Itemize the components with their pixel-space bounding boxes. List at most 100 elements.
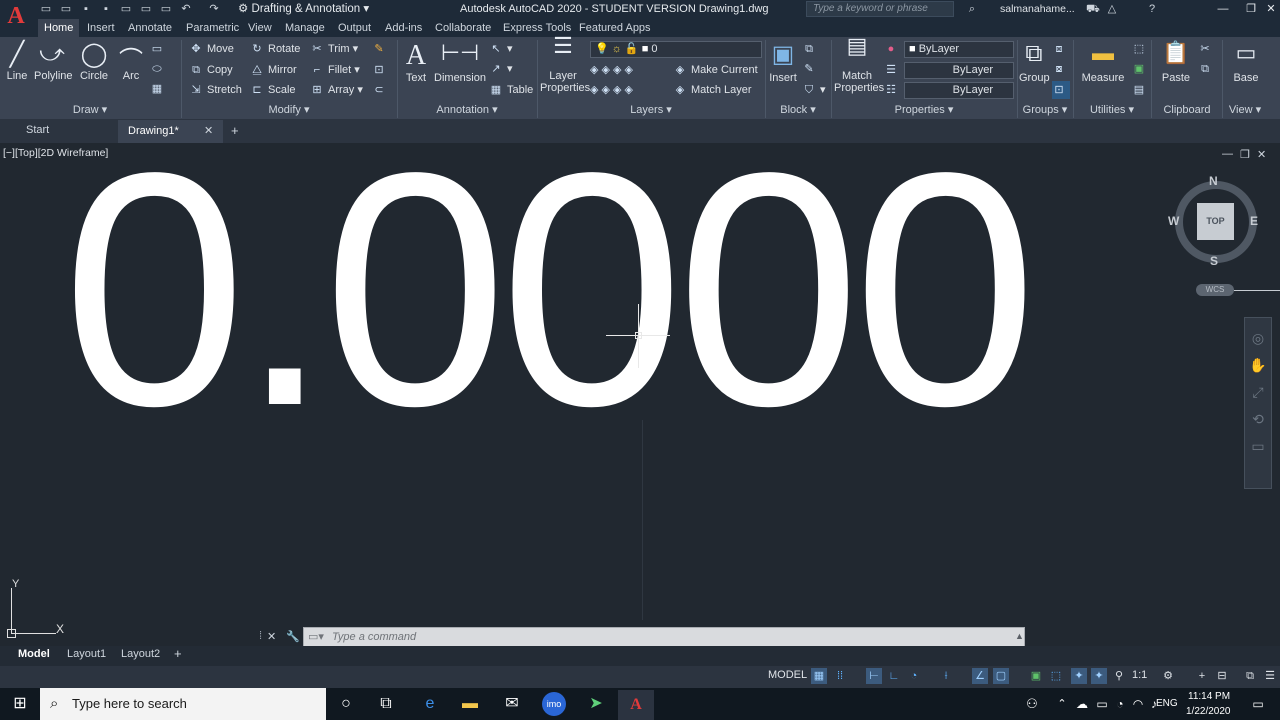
layer-properties-button[interactable]: ☰ Layer Properties [540, 35, 590, 95]
orbit-icon[interactable]: ⟲ [1245, 411, 1271, 428]
offset-button[interactable]: ⊂ [372, 81, 390, 99]
hatch-button[interactable]: ▦ [150, 80, 168, 98]
clock-time[interactable]: 11:14 PM [1188, 691, 1230, 702]
autocad-taskbar-icon[interactable]: A [618, 690, 654, 720]
copy-clip-button[interactable]: ⧉ [1198, 60, 1216, 78]
ortho-icon[interactable]: ∟ [886, 668, 902, 684]
group-edit-button[interactable]: ⧇ [1052, 60, 1070, 78]
command-history-icon[interactable]: ▭▾ [308, 630, 324, 643]
scale-button[interactable]: ⊏ Scale [250, 81, 295, 99]
a360-icon[interactable]: △ [1106, 3, 1118, 15]
edit-attributes-button[interactable]: ⛉ ▾ [802, 81, 826, 99]
mirror-button[interactable]: ⧋ Mirror [250, 61, 297, 79]
tab-model[interactable]: Model [18, 648, 50, 660]
model-space-toggle[interactable]: MODEL [768, 669, 807, 681]
measure-button[interactable]: ▬ Measure [1080, 40, 1126, 84]
close-icon[interactable]: ✕ [1260, 1, 1280, 17]
array-button[interactable]: ⊞ Array ▾ [310, 81, 362, 99]
tab-collaborate[interactable]: Collaborate [429, 19, 497, 37]
table-button[interactable]: ▦ Table [489, 81, 534, 99]
workspace-gear-icon[interactable]: ⚙ [1160, 668, 1176, 684]
tab-addins[interactable]: Add-ins [379, 19, 428, 37]
windows-start-icon[interactable]: ⊞ [8, 692, 32, 716]
restore-icon[interactable]: ❐ [1240, 1, 1262, 17]
viewport-close-icon[interactable]: ✕ [1257, 148, 1266, 161]
tab-layout2[interactable]: Layout2 [121, 648, 160, 660]
compass-east[interactable]: E [1250, 214, 1258, 228]
leader-tools-button[interactable]: ↗ ▾ [489, 60, 512, 78]
viewport-restore-icon[interactable]: ❐ [1240, 148, 1250, 161]
new-file-icon[interactable]: ▭ [40, 3, 52, 15]
steering-wheel-icon[interactable]: ◎ [1245, 330, 1271, 347]
quick-select-button[interactable]: ⬚ [1132, 40, 1150, 58]
language-indicator[interactable]: ENG [1156, 698, 1178, 709]
make-current-button[interactable]: ◈ Make Current [673, 61, 758, 79]
color-wheel-button[interactable]: ● [884, 40, 902, 58]
annotation-scale-icon[interactable]: ⚲ [1111, 668, 1127, 684]
base-button[interactable]: ▭ Base [1230, 40, 1262, 84]
zoom-extents-icon[interactable]: ⤢ [1245, 384, 1271, 401]
customization-icon[interactable]: ☰ [1262, 668, 1278, 684]
workspace-switcher[interactable]: ⚙ Drafting & Annotation ▾ [238, 1, 398, 17]
compass-north[interactable]: N [1209, 174, 1218, 188]
match-layer-button[interactable]: ◈ Match Layer [673, 81, 752, 99]
clock-date[interactable]: 1/22/2020 [1186, 706, 1231, 717]
add-layout-icon[interactable]: + [174, 646, 182, 661]
rotate-button[interactable]: ↻ Rotate [250, 40, 300, 58]
edge-browser-icon[interactable]: e [418, 692, 442, 716]
layer-dropdown[interactable]: 💡 ☼ 🔓 ■ 0 [590, 41, 762, 58]
imo-app-icon[interactable]: imo [542, 692, 566, 716]
save-as-icon[interactable]: ▪ [100, 3, 112, 15]
tab-annotate[interactable]: Annotate [122, 19, 178, 37]
tab-featured-apps[interactable]: Featured Apps [573, 19, 657, 37]
isodraft-icon[interactable]: ⟊ [938, 668, 954, 684]
showmotion-icon[interactable]: ▭ [1245, 438, 1271, 455]
selection-cycling-icon[interactable]: ⬚ [1048, 668, 1064, 684]
polyline-button[interactable]: ⤻ Polyline [34, 40, 73, 82]
edit-block-button[interactable]: ✎ [802, 60, 820, 78]
compass-west[interactable]: W [1168, 214, 1179, 228]
paste-button[interactable]: 📋 Paste [1160, 40, 1192, 84]
auto-scale-icon[interactable]: ✦ [1091, 668, 1107, 684]
fillet-button[interactable]: ⌐ Fillet ▾ [310, 61, 360, 79]
tab-home[interactable]: Home [38, 19, 80, 37]
help-icon[interactable]: ? [1146, 3, 1158, 15]
binoculars-icon[interactable]: ⌕ [966, 3, 978, 15]
compass-south[interactable]: S [1210, 254, 1218, 268]
object-snap-icon[interactable]: ▢ [993, 668, 1009, 684]
open-web-icon[interactable]: ▭ [120, 3, 132, 15]
rectangle-button[interactable]: ▭ [150, 40, 168, 58]
group-selection-button[interactable]: ⊡ [1052, 81, 1070, 99]
clipboard-panel-footer[interactable]: Clipboard [1152, 102, 1222, 119]
annotation-monitor-icon[interactable]: + [1194, 668, 1210, 684]
undo-icon[interactable]: ↶ [180, 3, 192, 15]
minimize-icon[interactable]: — [1212, 1, 1234, 17]
app-arrow-icon[interactable]: ➤ [584, 692, 608, 716]
taskbar-search-box[interactable]: Type here to search [40, 688, 326, 720]
create-block-button[interactable]: ⧉ [802, 40, 820, 58]
calculator-button[interactable]: ▤ [1132, 81, 1150, 99]
viewcube-top-face[interactable]: TOP [1197, 203, 1234, 240]
leader-button[interactable]: ↖ ▾ [489, 40, 512, 58]
clean-screen-icon[interactable]: ⧉ [1242, 668, 1258, 684]
snap-icon[interactable]: ⁞⁞ [832, 668, 848, 684]
notifications-icon[interactable]: ▭ [1246, 692, 1270, 716]
save-web-icon[interactable]: ▭ [140, 3, 152, 15]
file-explorer-icon[interactable]: ▬ [458, 692, 482, 716]
redo-icon[interactable]: ↷ [208, 3, 220, 15]
navigation-bar[interactable]: ◎ ✋ ⤢ ⟲ ▭ [1244, 317, 1272, 489]
linetype-dropdown[interactable]: ByLayer [904, 62, 1014, 79]
autocad-logo-icon[interactable]: A [0, 0, 32, 37]
lineweight-dropdown[interactable]: ByLayer [904, 82, 1014, 99]
lineweight-icon-button[interactable]: ☰ [884, 61, 902, 79]
line-button[interactable]: ╱ Line [4, 40, 30, 82]
tab-insert[interactable]: Insert [81, 19, 121, 37]
explode-button[interactable]: ⊡ [372, 61, 390, 79]
help-search-input[interactable]: Type a keyword or phrase [806, 1, 954, 17]
move-button[interactable]: ✥ Move [189, 40, 234, 58]
open-file-icon[interactable]: ▭ [60, 3, 72, 15]
erase-button[interactable]: ✎ [372, 40, 390, 58]
view-panel-footer[interactable]: View ▾ [1222, 102, 1268, 119]
annotation-scale-value[interactable]: 1:1 [1132, 669, 1147, 681]
command-close-icon[interactable]: ✕ [267, 630, 276, 643]
